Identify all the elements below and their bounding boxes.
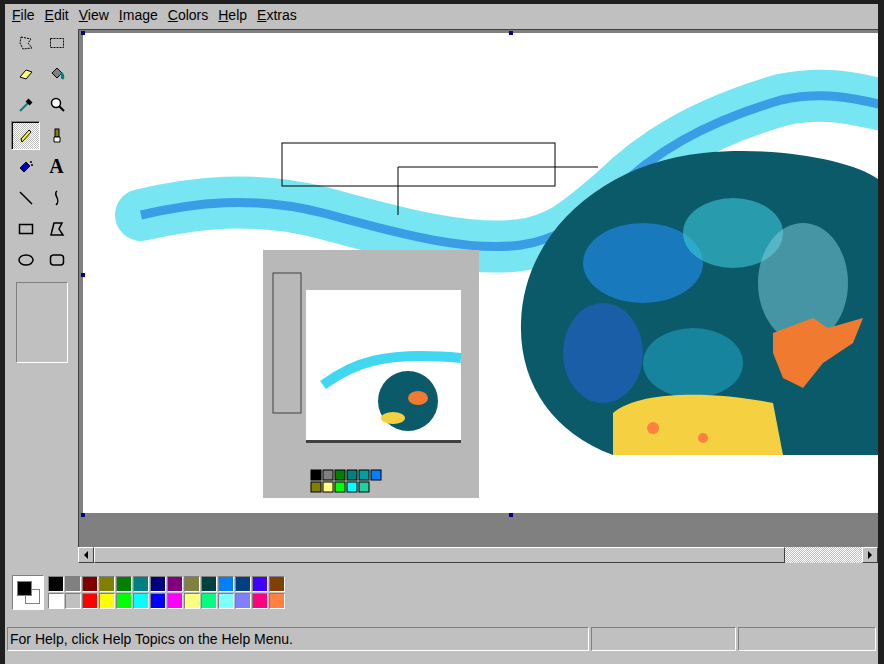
- palette-swatch[interactable]: [218, 576, 234, 592]
- menu-item[interactable]: Edit: [40, 6, 74, 24]
- tool-button[interactable]: [42, 121, 71, 150]
- tool-button[interactable]: [11, 245, 40, 274]
- menu-bar: FileEditViewImageColorsHelpExtras: [5, 4, 878, 26]
- palette-swatch[interactable]: [184, 593, 200, 609]
- foreground-color[interactable]: [17, 581, 32, 596]
- left-arrow-icon: [83, 551, 89, 559]
- status-pane: [738, 627, 876, 651]
- resize-handle[interactable]: [81, 31, 85, 35]
- palette-swatch[interactable]: [150, 593, 166, 609]
- palette-swatch[interactable]: [184, 576, 200, 592]
- palette-swatch[interactable]: [201, 593, 217, 609]
- palette-swatch[interactable]: [167, 576, 183, 592]
- palette-swatch[interactable]: [201, 576, 217, 592]
- menu-item[interactable]: Help: [213, 6, 252, 24]
- palette-swatch[interactable]: [269, 576, 285, 592]
- resize-handle[interactable]: [509, 31, 513, 35]
- pencil-icon: [17, 127, 35, 145]
- tool-button[interactable]: [42, 28, 71, 57]
- curve-icon: [48, 189, 66, 207]
- palette: [48, 576, 285, 609]
- rectangle-icon: [17, 220, 35, 238]
- status-bar: For Help, click Help Topics on the Help …: [5, 624, 878, 654]
- airbrush-icon: [17, 158, 35, 176]
- workspace: [78, 29, 878, 564]
- palette-swatch[interactable]: [99, 593, 115, 609]
- palette-swatch[interactable]: [48, 576, 64, 592]
- screen: FileEditViewImageColorsHelpExtras A For He…: [0, 0, 884, 664]
- palette-swatch[interactable]: [252, 576, 268, 592]
- palette-swatch[interactable]: [235, 593, 251, 609]
- tool-button[interactable]: [11, 28, 40, 57]
- canvas-area: [78, 29, 878, 547]
- menu-item[interactable]: View: [74, 6, 114, 24]
- status-pane: [591, 627, 736, 651]
- picker-icon: [17, 96, 35, 114]
- tool-button[interactable]: [11, 183, 40, 212]
- resize-handle[interactable]: [509, 513, 513, 517]
- palette-swatch[interactable]: [235, 576, 251, 592]
- tool-button[interactable]: [42, 90, 71, 119]
- brush-icon: [48, 127, 66, 145]
- canvas[interactable]: [83, 33, 878, 513]
- tool-button[interactable]: [11, 59, 40, 88]
- palette-swatch[interactable]: [116, 576, 132, 592]
- tool-button[interactable]: [42, 59, 71, 88]
- menu-item[interactable]: Colors: [163, 6, 213, 24]
- palette-swatch[interactable]: [133, 593, 149, 609]
- tool-grid: A: [11, 28, 78, 274]
- palette-swatch[interactable]: [218, 593, 234, 609]
- tool-button[interactable]: [11, 214, 40, 243]
- tool-button[interactable]: [42, 214, 71, 243]
- horizontal-scrollbar: [78, 547, 878, 563]
- menu-item[interactable]: Extras: [252, 6, 302, 24]
- palette-swatch[interactable]: [65, 576, 81, 592]
- color-box: [5, 564, 878, 624]
- palette-swatch[interactable]: [167, 593, 183, 609]
- scroll-right-button[interactable]: [862, 547, 878, 563]
- fill-icon: [48, 65, 66, 83]
- palette-swatch[interactable]: [48, 593, 64, 609]
- paint-window: FileEditViewImageColorsHelpExtras A For He…: [5, 4, 878, 664]
- resize-handle[interactable]: [81, 513, 85, 517]
- menu-item[interactable]: File: [7, 6, 40, 24]
- scroll-track[interactable]: [94, 547, 862, 563]
- tool-button[interactable]: [11, 152, 40, 181]
- palette-swatch[interactable]: [269, 593, 285, 609]
- palette-swatch[interactable]: [133, 576, 149, 592]
- tool-button[interactable]: [11, 121, 40, 150]
- tool-button[interactable]: A: [42, 152, 71, 181]
- eraser-icon: [17, 65, 35, 83]
- ellipse-icon: [17, 251, 35, 269]
- tool-button[interactable]: [11, 90, 40, 119]
- main-area: A: [5, 26, 878, 564]
- palette-swatch[interactable]: [82, 576, 98, 592]
- tool-button[interactable]: [42, 183, 71, 212]
- palette-swatch[interactable]: [99, 576, 115, 592]
- right-arrow-icon: [867, 551, 873, 559]
- canvas-drawing[interactable]: [83, 33, 878, 513]
- palette-swatch[interactable]: [82, 593, 98, 609]
- scroll-left-button[interactable]: [78, 547, 94, 563]
- resize-handle[interactable]: [81, 273, 85, 277]
- tool-button[interactable]: [42, 245, 71, 274]
- toolbox: A: [5, 26, 78, 564]
- select-icon: [48, 34, 66, 52]
- status-text: For Help, click Help Topics on the Help …: [7, 627, 589, 651]
- palette-swatch[interactable]: [116, 593, 132, 609]
- palette-swatch[interactable]: [252, 593, 268, 609]
- line-icon: [17, 189, 35, 207]
- magnifier-icon: [48, 96, 66, 114]
- palette-swatch[interactable]: [65, 593, 81, 609]
- free-select-icon: [17, 34, 35, 52]
- current-colors: [12, 575, 44, 610]
- menu-item[interactable]: Image: [114, 6, 163, 24]
- polygon-icon: [48, 220, 66, 238]
- scroll-thumb[interactable]: [94, 547, 785, 563]
- tool-options[interactable]: [16, 282, 68, 363]
- rounded-rectangle-icon: [48, 251, 66, 269]
- palette-swatch[interactable]: [150, 576, 166, 592]
